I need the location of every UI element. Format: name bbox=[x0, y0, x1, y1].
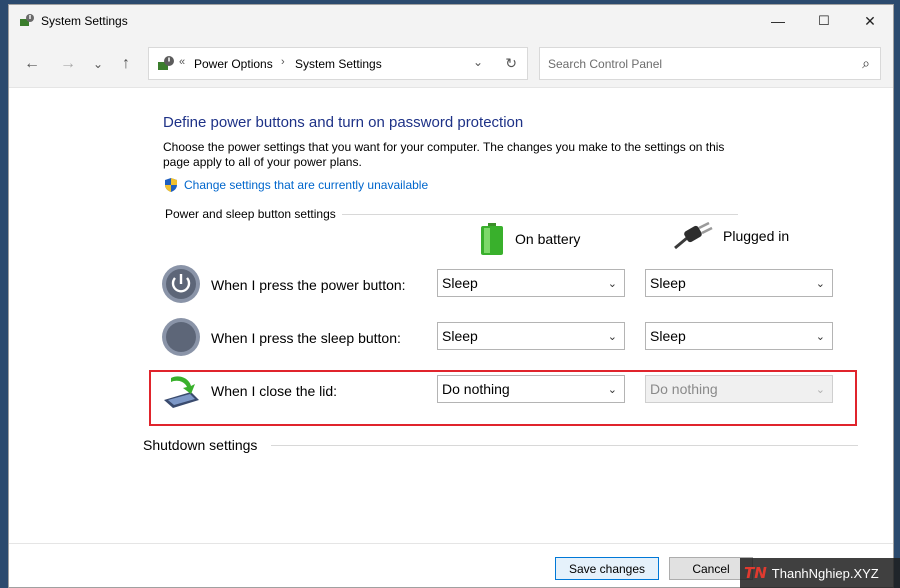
navigation-bar: ← → ⌄ ↑ « Power Options › System Setting… bbox=[9, 37, 893, 87]
battery-icon bbox=[481, 223, 503, 255]
column-label-plugged: Plugged in bbox=[723, 228, 790, 244]
chevron-down-icon: ⌄ bbox=[607, 331, 617, 343]
column-header-battery: On battery bbox=[479, 222, 580, 256]
power-button-icon bbox=[162, 265, 200, 303]
group-label-power-sleep: Power and sleep button settings bbox=[165, 207, 342, 221]
address-dropdown-button[interactable]: ⌄ bbox=[473, 55, 483, 69]
chevron-down-icon: ⌄ bbox=[815, 331, 825, 343]
chevron-down-icon: ⌄ bbox=[815, 278, 825, 290]
save-changes-button[interactable]: Save changes bbox=[555, 557, 659, 580]
power-options-app-icon bbox=[20, 14, 34, 26]
sleep-button-plugged-select[interactable]: Sleep ⌄ bbox=[645, 322, 833, 350]
power-button-battery-select[interactable]: Sleep ⌄ bbox=[437, 269, 625, 297]
sleep-button-icon bbox=[162, 318, 200, 356]
power-button-label: When I press the power button: bbox=[211, 277, 406, 293]
main-content: Define power buttons and turn on passwor… bbox=[9, 87, 893, 587]
close-lid-highlight-box bbox=[149, 370, 857, 426]
system-settings-window: System Settings — ☐ ✕ ← → ⌄ ↑ « Power Op… bbox=[8, 4, 894, 588]
maximize-button[interactable]: ☐ bbox=[801, 5, 847, 37]
breadcrumb-overflow[interactable]: « bbox=[179, 56, 185, 68]
address-bar[interactable]: « Power Options › System Settings ⌄ ↻ bbox=[148, 47, 528, 80]
power-button-plugged-value: Sleep bbox=[650, 275, 686, 291]
watermark-text: ThanhNghiep.XYZ bbox=[771, 565, 879, 581]
page-title: Define power buttons and turn on passwor… bbox=[163, 114, 524, 131]
page-description: Choose the power settings that you want … bbox=[163, 140, 725, 169]
sleep-button-row: When I press the sleep button: Sleep ⌄ S… bbox=[161, 317, 841, 361]
group-divider bbox=[341, 214, 738, 215]
search-icon[interactable]: ⌕ bbox=[862, 55, 870, 72]
sleep-button-plugged-value: Sleep bbox=[650, 328, 686, 344]
power-button-battery-value: Sleep bbox=[442, 275, 478, 291]
refresh-button[interactable]: ↻ bbox=[505, 55, 517, 72]
uac-shield-icon bbox=[165, 178, 177, 192]
power-options-icon bbox=[158, 56, 174, 70]
change-settings-link[interactable]: Change settings that are currently unava… bbox=[163, 177, 428, 193]
power-button-row: When I press the power button: Sleep ⌄ S… bbox=[161, 264, 841, 308]
column-label-battery: On battery bbox=[515, 231, 581, 247]
change-settings-link-text[interactable]: Change settings that are currently unava… bbox=[184, 178, 428, 192]
chevron-down-icon: ⌄ bbox=[607, 278, 617, 290]
shutdown-divider bbox=[271, 445, 858, 446]
sleep-button-label: When I press the sleep button: bbox=[211, 330, 401, 346]
forward-button[interactable]: → bbox=[57, 53, 79, 75]
power-plug-icon bbox=[674, 222, 713, 250]
shutdown-settings-label: Shutdown settings bbox=[143, 437, 264, 453]
column-header-plugged: Plugged in bbox=[673, 222, 789, 250]
breadcrumb-power-options[interactable]: Power Options bbox=[194, 57, 273, 71]
up-button[interactable]: ↑ bbox=[115, 53, 137, 75]
recent-locations-button[interactable]: ⌄ bbox=[87, 53, 109, 75]
title-bar: System Settings — ☐ ✕ bbox=[9, 5, 893, 37]
window-title: System Settings bbox=[41, 14, 128, 28]
back-button[interactable]: ← bbox=[21, 53, 43, 75]
watermark: TN ThanhNghiep.XYZ bbox=[740, 558, 900, 588]
breadcrumb-system-settings[interactable]: System Settings bbox=[295, 57, 382, 71]
search-box[interactable]: ⌕ bbox=[539, 47, 881, 80]
power-button-plugged-select[interactable]: Sleep ⌄ bbox=[645, 269, 833, 297]
sleep-button-battery-select[interactable]: Sleep ⌄ bbox=[437, 322, 625, 350]
breadcrumb-separator[interactable]: › bbox=[281, 56, 285, 68]
search-input[interactable] bbox=[540, 48, 840, 79]
watermark-logo: TN bbox=[744, 564, 767, 582]
sleep-button-battery-value: Sleep bbox=[442, 328, 478, 344]
close-button[interactable]: ✕ bbox=[847, 5, 893, 37]
minimize-button[interactable]: — bbox=[755, 5, 801, 37]
